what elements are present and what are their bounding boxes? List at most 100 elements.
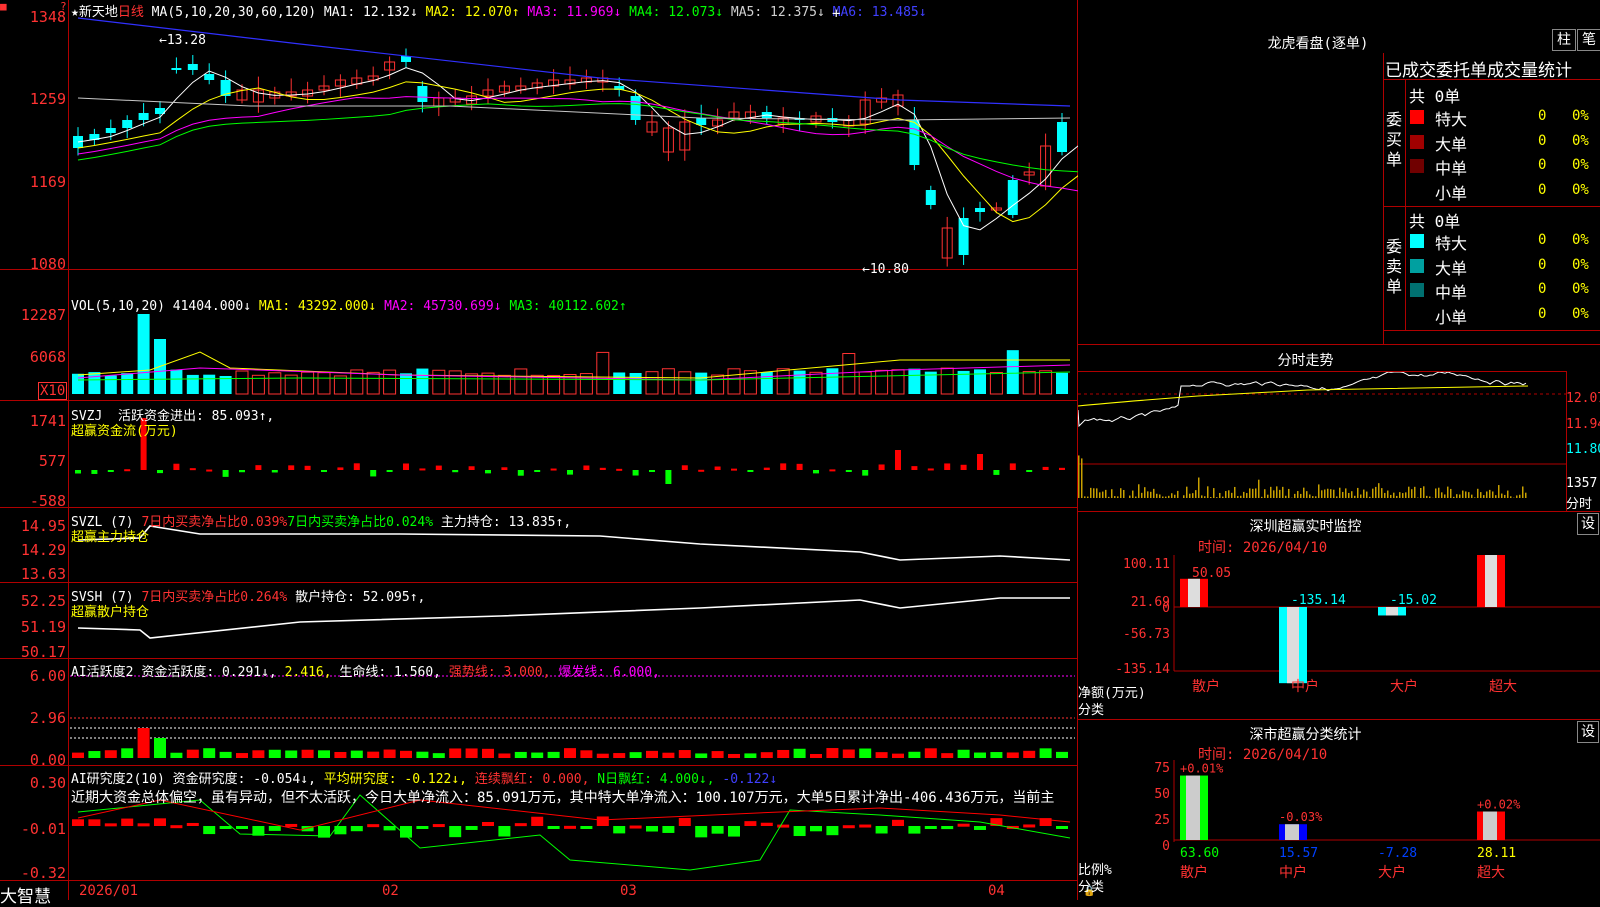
bar-view-button[interactable]: 柱 (1552, 29, 1576, 51)
activity-bar (958, 750, 970, 758)
stats-pct-label: +0.02% (1477, 798, 1521, 812)
intraday-vol-bar (1351, 491, 1353, 498)
research-bar (187, 823, 199, 826)
research-bar (72, 819, 84, 826)
volume-bar (416, 369, 428, 394)
volume-bar (941, 368, 953, 394)
activity-bar (400, 751, 412, 758)
color-swatch (1410, 308, 1424, 322)
intraday-vol-bar (1330, 489, 1332, 498)
flow-bar (829, 469, 835, 471)
flow-bar (633, 470, 639, 476)
intraday-vol-bar (1123, 490, 1125, 498)
candle-body (122, 120, 132, 128)
intraday-vol-bar (1090, 488, 1092, 498)
volume-bar (1040, 371, 1052, 394)
intraday-vol-bar (1195, 490, 1197, 498)
activity-bar (433, 753, 445, 758)
intraday-vol-bar (1138, 484, 1140, 498)
y-tick: 50.17 (0, 643, 66, 661)
order-pct: 0% (1572, 257, 1589, 273)
volume-bar (302, 372, 314, 394)
intraday-vol-bar (1243, 492, 1245, 498)
research-bar (843, 825, 855, 828)
intraday-vol-bar (1426, 496, 1428, 498)
activity-bar (646, 751, 658, 758)
intraday-vol-bar (1264, 489, 1266, 498)
research-bar (170, 825, 182, 828)
order-row: 小单 0 0% (1409, 304, 1599, 326)
low-price-label: ←10.80 (862, 262, 909, 277)
candle-body (171, 68, 181, 70)
volume-bar (761, 372, 773, 394)
activity-bar (236, 753, 248, 758)
stock-name: ★新天地 (71, 5, 118, 20)
activity-bar (794, 749, 806, 758)
research-bar (384, 826, 396, 830)
stats-settings-button[interactable]: 设 (1577, 721, 1599, 743)
intraday-vol-bar (1321, 490, 1323, 498)
flow-bar (1043, 467, 1049, 470)
activity-bar (121, 748, 133, 758)
research-bar (908, 826, 920, 834)
research-bar (138, 823, 150, 826)
activity-bar (220, 752, 232, 758)
date-tick: 03 (620, 883, 637, 899)
flow-bar (501, 467, 507, 470)
y-tick: 51.19 (0, 618, 66, 636)
research-bar (269, 826, 281, 831)
activity-bar (876, 752, 888, 758)
volume-bar (810, 372, 822, 394)
intraday-vol-bar (1192, 493, 1194, 498)
stats-bar-highlight (1186, 776, 1200, 840)
intraday-vol-bar (1504, 495, 1506, 498)
research-bar (285, 824, 297, 827)
svsh-subtitle: 超赢散户持仓 (71, 601, 149, 620)
intraday-vol-bar (1102, 492, 1104, 498)
ma-value: MA3: 11.969↓ (527, 5, 629, 20)
tick-view-button[interactable]: 笔 (1577, 29, 1600, 51)
volume-bar (203, 375, 215, 394)
stats-bar-highlight (1285, 824, 1299, 840)
chart-area[interactable]: ■ ? ★新天地日线 MA(5,10,20,30,60,120) MA1: 12… (0, 0, 1078, 900)
intraday-vol-bar (1495, 495, 1497, 498)
stats-category: 中户 (1279, 864, 1307, 881)
research-bar (876, 826, 888, 833)
volume-bar (498, 375, 510, 394)
sell-side-label: 委卖单 (1386, 237, 1404, 297)
activity-bar (302, 750, 314, 758)
flow-bar (534, 470, 540, 472)
volume-bar (105, 375, 117, 394)
monitor-time: 时间: 2026/04/10 (1198, 537, 1327, 557)
stats-y-tick: 0 (1162, 839, 1170, 854)
intraday-vol-bar (1294, 494, 1296, 498)
activity-bar (859, 749, 871, 758)
volume-bar (712, 375, 724, 394)
brand-logo: 大智慧 (0, 882, 51, 907)
activity-bar (449, 748, 461, 758)
volume-bar (1023, 372, 1035, 394)
intraday-vol-bar (1213, 488, 1215, 498)
y-tick: 1080 (0, 255, 66, 273)
activity-bar (941, 753, 953, 758)
research-bar (712, 826, 724, 834)
intraday-vol-bar (1471, 495, 1473, 498)
intraday-chart[interactable] (1078, 372, 1566, 510)
intraday-vol-bar (1387, 491, 1389, 498)
monitor-settings-button[interactable]: 设 (1577, 513, 1599, 535)
flow-bar (75, 470, 81, 474)
volume-bar (613, 372, 625, 394)
vol-unit-badge[interactable]: X10 (38, 382, 67, 400)
date-tick: 04 (988, 883, 1005, 899)
period-label: 日线 (118, 5, 144, 20)
y-tick: -0.01 (0, 820, 66, 838)
volume-bar (72, 374, 84, 394)
intraday-vol-bar (1099, 492, 1101, 498)
volume-bar (630, 373, 642, 394)
research-bar (105, 823, 117, 826)
activity-bar (662, 753, 674, 758)
intraday-vol-bar (1288, 489, 1290, 498)
intraday-vol-bar (1222, 497, 1224, 498)
intraday-vol-bar (1489, 490, 1491, 498)
monitor-bar-highlight (1287, 607, 1299, 683)
